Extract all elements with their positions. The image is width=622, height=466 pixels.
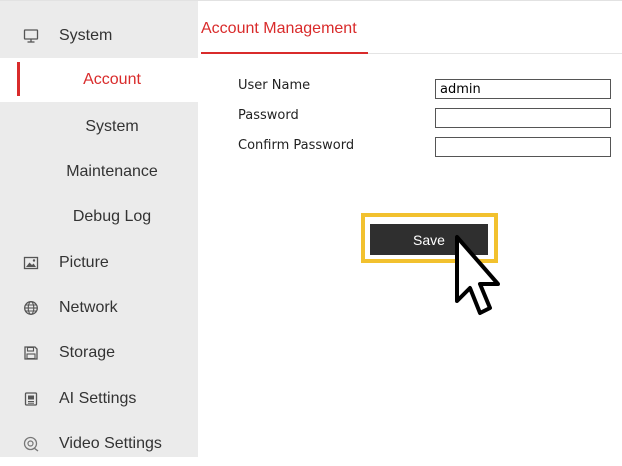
sidebar-item-label: Network <box>59 299 118 316</box>
sidebar-item-network[interactable]: Network <box>0 286 198 330</box>
sidebar-subitem-debug-log[interactable]: Debug Log <box>0 195 198 239</box>
sidebar-subitem-label: Account <box>83 71 141 88</box>
sidebar-subitem-label: System <box>85 118 139 135</box>
sidebar-subitem-maintenance[interactable]: Maintenance <box>0 150 198 194</box>
header-divider <box>368 53 622 54</box>
sidebar-item-ai-settings[interactable]: AI Settings <box>0 377 198 421</box>
sidebar-subitem-system[interactable]: System <box>0 105 198 149</box>
password-label: Password <box>238 108 299 123</box>
confirm-password-label: Confirm Password <box>238 138 355 153</box>
ai-chip-icon <box>23 391 39 407</box>
picture-icon <box>23 255 39 271</box>
sidebar-item-picture[interactable]: Picture <box>0 241 198 285</box>
username-field[interactable] <box>435 79 611 99</box>
sidebar-subitem-label: Debug Log <box>72 208 152 225</box>
video-camera-icon <box>23 436 39 452</box>
sidebar-item-label: AI Settings <box>59 390 137 407</box>
password-field[interactable] <box>435 108 611 128</box>
monitor-icon <box>23 28 39 44</box>
sidebar-item-label: Storage <box>59 344 116 361</box>
sidebar-item-label: Picture <box>59 254 109 271</box>
floppy-disk-icon <box>23 345 39 361</box>
username-label: User Name <box>238 78 311 93</box>
title-underline <box>201 52 368 54</box>
sidebar-subitem-label: Maintenance <box>66 163 158 180</box>
sidebar-item-video-settings[interactable]: Video Settings <box>0 422 198 466</box>
sidebar: System Account System Maintenance Debug … <box>0 1 198 457</box>
sidebar-item-system[interactable]: System <box>0 14 198 58</box>
confirm-password-field[interactable] <box>435 137 611 157</box>
sidebar-subitem-account[interactable]: Account <box>0 58 198 102</box>
globe-icon <box>23 300 39 316</box>
sidebar-item-label: System <box>59 27 113 44</box>
page-title: Account Management <box>201 20 357 37</box>
sidebar-item-label: Video Settings <box>59 435 162 452</box>
sidebar-item-storage[interactable]: Storage <box>0 331 198 375</box>
save-button[interactable]: Save <box>370 224 488 255</box>
